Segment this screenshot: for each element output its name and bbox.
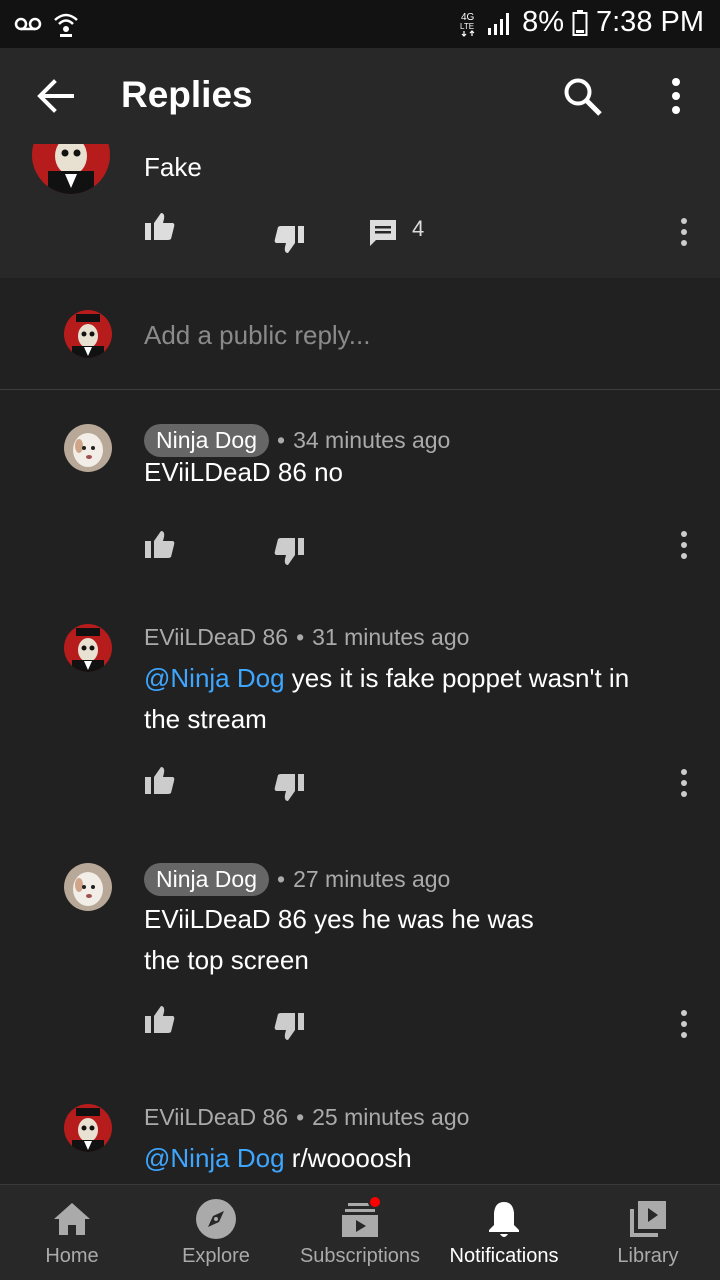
avatar[interactable] — [64, 863, 112, 911]
nav-notifications[interactable]: Notifications — [432, 1185, 576, 1280]
nav-library[interactable]: Library — [576, 1185, 720, 1280]
nav-home[interactable]: Home — [0, 1185, 144, 1280]
nav-label: Subscriptions — [299, 1245, 421, 1267]
comment-text: @Ninja Dog r/woooosh — [144, 1138, 644, 1179]
mention-link[interactable]: @Ninja Dog — [144, 663, 285, 693]
comment-author[interactable]: Ninja Dog — [144, 863, 269, 896]
comment-body: EViiLDeaD 86 no — [144, 457, 343, 487]
comment-text: @Ninja Dog yes it is fake poppet wasn't … — [144, 658, 644, 740]
notification-dot — [368, 1195, 382, 1209]
comment-text: EViiLDeaD 86 yes he was he was the top s… — [144, 899, 574, 981]
page-title: Replies — [121, 74, 253, 115]
comment-more-icon[interactable] — [678, 768, 690, 798]
comment-text: EViiLDeaD 86 no — [144, 452, 644, 493]
thumbs-up-icon[interactable] — [143, 528, 177, 562]
parent-comment: Fake 4 — [0, 144, 720, 278]
comment-author[interactable]: EViiLDeaD 86 — [144, 624, 288, 651]
app-bar: Replies — [0, 48, 720, 144]
comment-more-icon[interactable] — [678, 217, 690, 247]
mention-link[interactable]: @Ninja Dog — [144, 1143, 285, 1173]
reply-count: 4 — [412, 216, 425, 241]
reply-input-row[interactable]: Add a public reply... — [0, 278, 720, 390]
comment-author[interactable]: EViiLDeaD 86 — [144, 1104, 288, 1131]
nav-explore[interactable]: Explore — [144, 1185, 288, 1280]
reply-comment: Ninja Dog • 34 minutes ago EViiLDeaD 86 … — [0, 424, 720, 584]
reply-comment: EViiLDeaD 86 • 31 minutes ago @Ninja Dog… — [0, 624, 720, 824]
nav-label: Home — [45, 1245, 99, 1267]
nav-subscriptions[interactable]: Subscriptions — [288, 1185, 432, 1280]
comment-time: 27 minutes ago — [293, 866, 451, 892]
comment-body: EViiLDeaD 86 yes he was he was the top s… — [144, 904, 534, 975]
bottom-nav: Home Explore Subscriptions Notifications… — [0, 1184, 720, 1280]
reply-comment: EViiLDeaD 86 • 25 minutes ago @Ninja Dog… — [0, 1104, 720, 1184]
nav-label: Explore — [182, 1245, 250, 1267]
comment-time: 34 minutes ago — [293, 427, 451, 453]
thumbs-down-icon[interactable] — [272, 770, 306, 804]
reply-input[interactable]: Add a public reply... — [144, 320, 370, 351]
svg-text:LTE: LTE — [460, 22, 474, 31]
meta-separator: • — [296, 1104, 305, 1130]
meta-separator: • — [277, 866, 286, 892]
comment-more-icon[interactable] — [678, 1009, 690, 1039]
meta-separator: • — [296, 624, 305, 650]
voicemail-icon — [14, 17, 42, 31]
nav-label: Library — [617, 1245, 679, 1267]
reply-icon[interactable] — [368, 218, 398, 248]
status-bar: 4G LTE 8% 7:38 PM — [0, 0, 720, 48]
compass-icon — [196, 1199, 236, 1239]
clock: 7:38 PM — [596, 6, 704, 38]
library-icon — [630, 1201, 666, 1237]
lte-icon: 4GLTE — [460, 12, 475, 37]
search-icon[interactable] — [562, 76, 604, 118]
comment-time: 25 minutes ago — [312, 1104, 470, 1130]
signal-icon — [488, 12, 510, 35]
back-arrow-icon[interactable] — [36, 76, 76, 116]
comment-body: r/woooosh — [284, 1143, 412, 1173]
more-options-icon[interactable] — [664, 76, 688, 116]
thumbs-up-icon[interactable] — [143, 210, 177, 244]
nav-label: Notifications — [449, 1245, 559, 1267]
home-icon — [54, 1203, 90, 1235]
avatar — [64, 310, 112, 358]
avatar[interactable] — [32, 144, 110, 194]
avatar[interactable] — [64, 1104, 112, 1152]
bell-icon — [489, 1202, 519, 1237]
battery-percent: 8% — [522, 6, 564, 38]
comment-time: 31 minutes ago — [312, 624, 470, 650]
avatar[interactable] — [64, 424, 112, 472]
comment-text: Fake — [144, 152, 202, 182]
meta-separator: • — [277, 427, 286, 453]
avatar[interactable] — [64, 624, 112, 672]
wifi-hotspot-icon — [54, 13, 78, 37]
thumbs-down-icon[interactable] — [272, 1009, 306, 1043]
comment-more-icon[interactable] — [678, 530, 690, 560]
battery-icon — [572, 9, 588, 36]
thumbs-up-icon[interactable] — [143, 1003, 177, 1037]
thumbs-down-icon[interactable] — [272, 222, 306, 256]
thumbs-down-icon[interactable] — [272, 534, 306, 568]
reply-comment: Ninja Dog • 27 minutes ago EViiLDeaD 86 … — [0, 863, 720, 1063]
thumbs-up-icon[interactable] — [143, 764, 177, 798]
